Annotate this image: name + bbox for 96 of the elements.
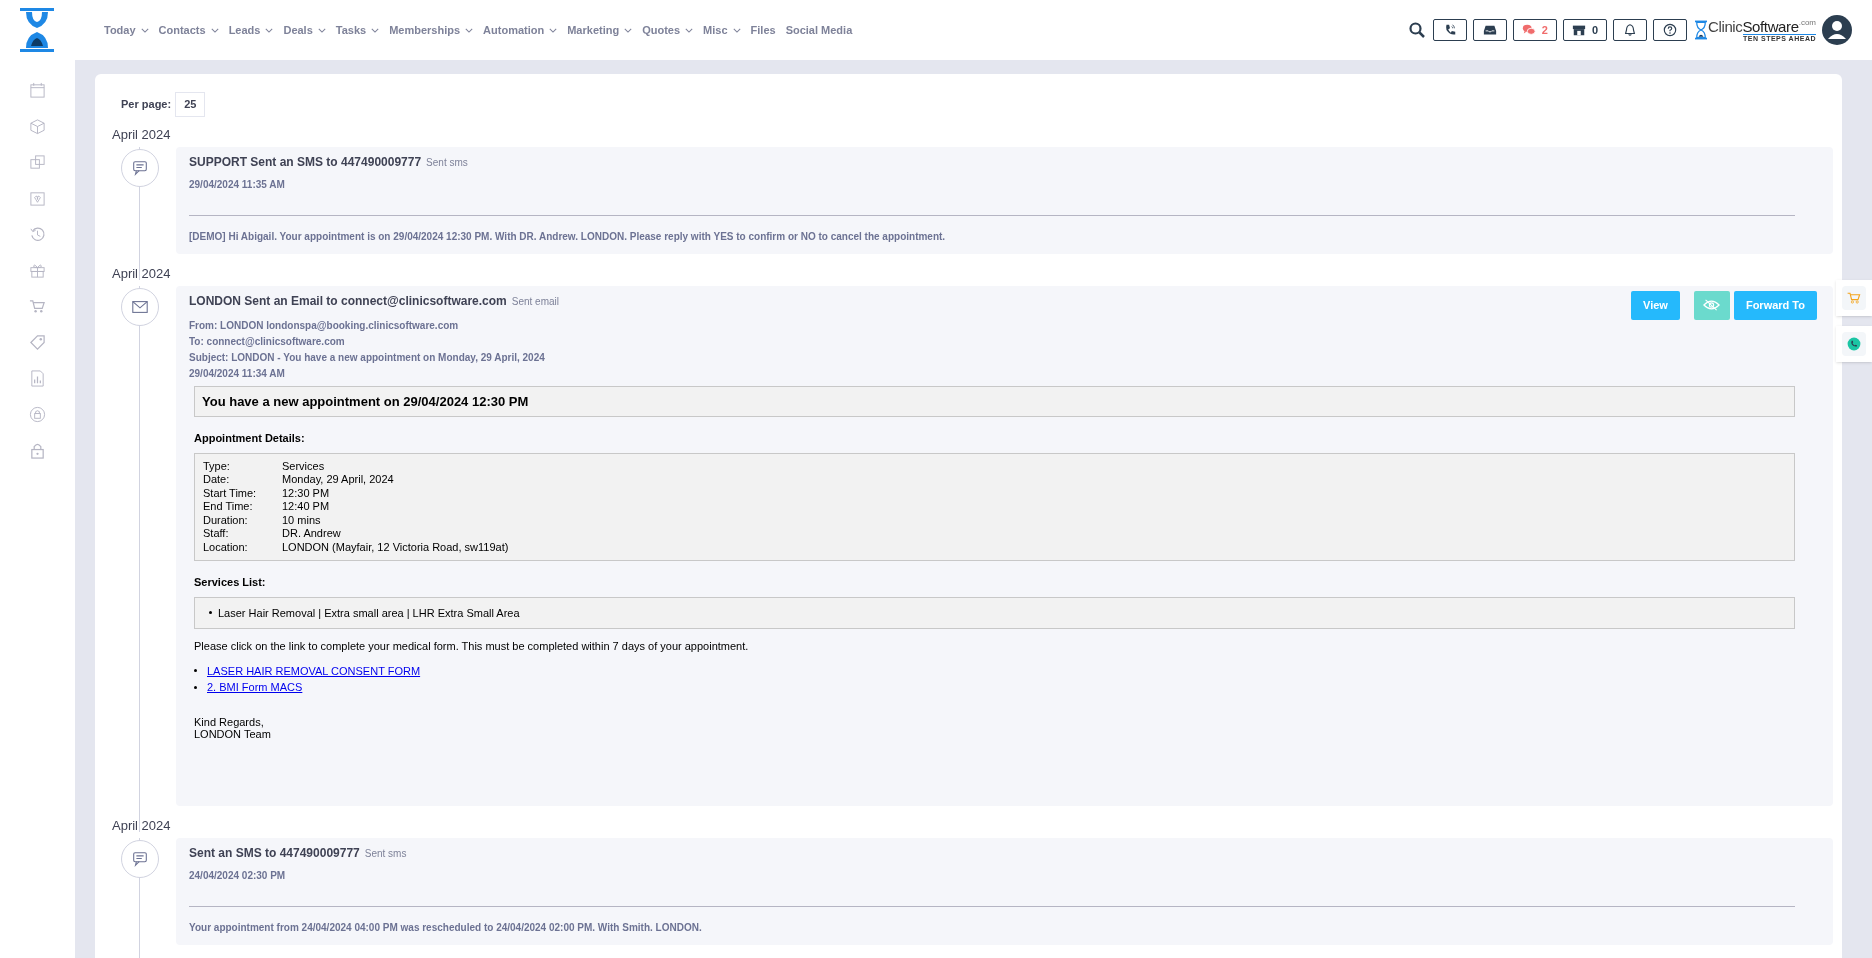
entry-tag: Sent sms [426,154,468,170]
chat-bubbles-icon [1521,23,1536,37]
gift-icon[interactable] [29,262,46,279]
menu-item[interactable]: Leads [228,21,274,39]
phone-button[interactable] [1432,19,1467,41]
email-heading: You have a new appointment on 29/04/2024 12:30 PM [194,385,1795,417]
form-link[interactable]: LASER HAIR REMOVAL CONSENT FORM [207,662,421,679]
bell-icon [1623,23,1637,37]
per-page-select[interactable]: 25 [175,92,206,117]
menu-item[interactable]: Social Media [785,21,853,39]
menu-item[interactable]: Deals [283,21,326,39]
sms-message: Your appointment from 24/04/2024 04:00 PM was rescheduled to 24/04/2024 02:00 PM. With Smith. LONDON. [189,920,703,935]
action-button[interactable]: Forward To [1733,290,1817,320]
count-label: 2 [1541,22,1548,38]
logo-icon[interactable] [20,8,54,52]
sms-message: [DEMO] Hi Abigail. Your appointment is on 29/04/2024 12:30 PM. With DR. Andrew. LONDON. Please reply with YES to confirm or NO to cancel the appointment. [189,229,947,244]
section-title: Appointment Details: [194,431,306,446]
menu-item[interactable]: Misc [703,21,741,39]
section-title: Services List: [194,575,267,590]
cube-icon[interactable] [29,118,46,135]
report-icon[interactable] [29,370,46,387]
chat-icon [131,158,149,177]
menu-item[interactable]: Contacts [158,21,219,39]
storefront-button[interactable]: 0 [1562,19,1607,41]
menu-item[interactable]: Quotes [642,21,694,39]
bell-button[interactable] [1613,19,1647,41]
detail-label: End Time: [203,500,254,514]
email-header-line: Subject: LONDON - You have a new appointment on Monday, 29 April, 2024 [189,350,546,365]
menu-item[interactable]: Marketing [567,21,633,39]
floating-cart-button[interactable] [1836,280,1872,316]
entry-title: LONDON Sent an Email to connect@clinicsoftware.com [189,292,507,310]
entry-tag: Sent sms [364,845,407,861]
detail-label: Type: [203,459,231,473]
menu-item[interactable]: Automation [483,21,558,39]
lock-icon[interactable] [29,442,46,459]
bullet [209,611,212,615]
hide-button[interactable] [1693,290,1730,320]
copy-icon[interactable] [29,154,46,171]
email-header-line: To: connect@clinicsoftware.com [189,334,346,349]
date-heading: April 2024 [112,265,172,283]
storefront-icon [1571,23,1586,37]
action-button[interactable]: View [1631,290,1680,320]
brand-name: ClinicSoftware [1708,18,1799,34]
detail-label: Location: [203,540,249,554]
detail-value: 10 mins [282,513,321,527]
detail-value: Monday, 29 April, 2024 [282,473,394,487]
history-icon[interactable] [29,226,46,243]
entry-tag: Sent email [511,293,559,309]
menu-item[interactable]: Today [104,21,149,39]
help-button[interactable] [1653,19,1687,41]
cart-icon[interactable] [29,298,46,315]
eye-slash-icon [1703,299,1721,311]
phone-bubble-icon [1846,336,1862,352]
entry-timestamp: 24/04/2024 02:30 PM [189,868,287,883]
per-page-label: Per page: [121,97,172,112]
entry-timestamp: 29/04/2024 11:35 AM [189,177,286,192]
bullet [194,669,197,673]
detail-value: DR. Andrew [282,527,341,541]
detail-label: Staff: [203,527,230,541]
detail-label: Date: [203,473,231,487]
cart-icon [1846,290,1862,306]
email-header-line: From: LONDON londonspa@booking.clinicsoftware.com [189,318,460,333]
detail-value: 12:30 PM [282,486,330,500]
signoff-line: Kind Regards, [194,715,265,728]
email-note: Please click on the link to complete your medical form. This must be completed within 7 days of your appointment. [194,639,750,654]
entry-title: SUPPORT Sent an SMS to 447490009777 [189,153,422,171]
menu-item[interactable]: Files [750,21,776,39]
inbox-icon [1482,23,1497,37]
chat-icon [131,849,149,868]
brand-suffix: .com [1798,18,1816,27]
entry-title: Sent an SMS to 447490009777 [189,844,360,862]
entry-timestamp: 29/04/2024 11:34 AM [189,366,286,381]
calendar-icon[interactable] [29,82,46,99]
lock-circle-icon[interactable] [29,406,46,423]
bullet [194,685,197,689]
detail-label: Start Time: [203,486,258,500]
help-icon [1663,23,1677,37]
service-item: Laser Hair Removal | Extra small area | LHR Extra Small Area [218,605,520,621]
detail-value: Services [282,459,325,473]
count-label: 0 [1591,22,1598,38]
tag-icon[interactable] [29,334,46,351]
form-link[interactable]: 2. BMI Form MACS [207,679,303,696]
date-heading: April 2024 [112,817,172,835]
menu-item[interactable]: Memberships [389,21,474,39]
detail-value: 12:40 PM [282,500,330,514]
detail-value: LONDON (Mayfair, 12 Victoria Road, sw119at) [282,540,509,554]
detail-label: Duration: [203,513,249,527]
menu-item[interactable]: Tasks [335,21,380,39]
search-icon[interactable] [1408,22,1425,38]
signoff-line: LONDON Team [194,727,272,740]
chat-bubbles-button[interactable]: 2 [1512,19,1557,41]
avatar-icon[interactable] [1822,15,1852,45]
hourglass-icon [1695,20,1707,40]
gift-box-icon[interactable] [29,190,46,207]
inbox-button[interactable] [1472,19,1507,41]
date-heading: April 2024 [112,126,172,144]
